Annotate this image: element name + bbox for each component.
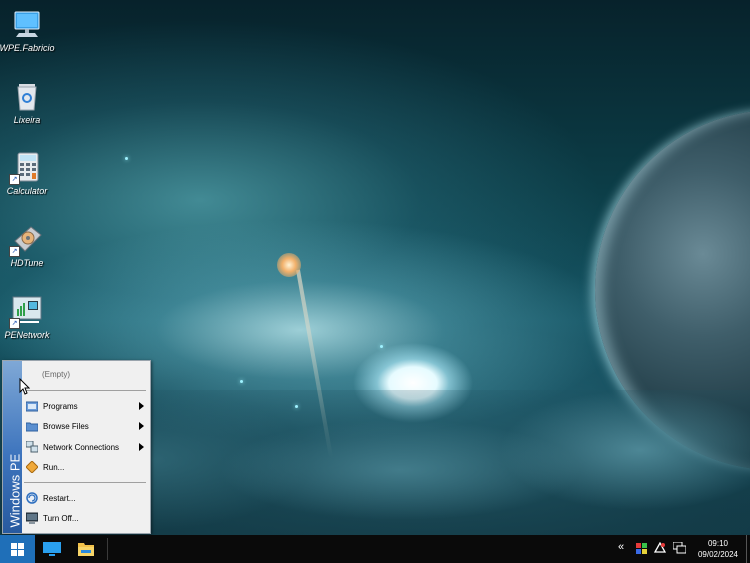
run-icon	[25, 460, 39, 474]
menu-item-programs[interactable]: Programs	[22, 396, 150, 416]
desktop-icon-label: Lixeira	[13, 115, 41, 125]
taskbar: « 09:10 09/02/2024	[0, 535, 750, 563]
menu-item-label: Run...	[43, 462, 65, 472]
menu-item-run[interactable]: Run...	[22, 457, 150, 477]
taskbar-clock[interactable]: 09:10 09/02/2024	[694, 538, 742, 560]
wallpaper-star	[380, 345, 383, 348]
menu-separator	[24, 482, 146, 483]
calculator-icon: ↗	[9, 151, 43, 185]
clock-date: 09/02/2024	[697, 550, 739, 559]
menu-item-network-connections[interactable]: Network Connections	[22, 437, 150, 457]
menu-item-label: Restart...	[43, 493, 76, 503]
windows-logo-icon	[11, 543, 24, 556]
desktop-icon-calculator[interactable]: ↗ Calculator	[0, 151, 62, 196]
menu-item-label: Turn Off...	[43, 513, 79, 523]
wallpaper-star	[125, 157, 128, 160]
menu-item-turn-off[interactable]: Turn Off...	[22, 508, 150, 528]
desktop-icon-lixeira[interactable]: Lixeira	[0, 80, 62, 125]
menu-item-label: Network Connections	[43, 442, 120, 452]
submenu-arrow-icon	[139, 443, 144, 451]
submenu-arrow-icon	[139, 402, 144, 410]
desktop-icon-label: PENetwork	[4, 330, 50, 340]
shutdown-icon	[25, 512, 39, 524]
desktop-icon-label: HDTune	[10, 258, 44, 268]
start-menu-items: (Empty) Programs Browse Files Network Co…	[22, 361, 150, 533]
file-explorer-icon	[78, 543, 94, 556]
taskbar-desktop-button[interactable]	[35, 535, 69, 563]
shortcut-arrow-icon: ↗	[9, 318, 20, 329]
taskbar-divider	[107, 538, 108, 560]
network-connections-icon	[25, 440, 39, 453]
mouse-cursor-icon	[19, 378, 30, 395]
taskbar-file-explorer-button[interactable]	[69, 535, 103, 563]
desktop-icon-label: Calculator	[6, 186, 48, 196]
network-icon: ↗	[9, 295, 43, 329]
menu-item-label: Programs	[43, 401, 78, 411]
desktop-icon-hdtune[interactable]: ↗ HDTune	[0, 223, 62, 268]
recent-empty-item: (Empty)	[42, 369, 70, 379]
start-button[interactable]	[0, 535, 35, 563]
wallpaper-comet	[277, 253, 301, 277]
menu-item-restart[interactable]: Restart...	[22, 488, 150, 508]
clock-time: 09:10	[707, 539, 729, 548]
hard-disk-icon: ↗	[9, 223, 43, 257]
desktop-monitor-icon	[43, 542, 61, 556]
tray-expand-chevron-icon[interactable]: «	[618, 541, 624, 553]
network-tray-icon[interactable]	[673, 542, 686, 554]
desktop-icon-label: WPE.Fabricio	[0, 43, 55, 53]
wallpaper-star	[240, 380, 243, 383]
restart-icon	[26, 492, 38, 504]
shortcut-arrow-icon: ↗	[9, 174, 20, 185]
desktop-icon-wpe-fabricio[interactable]: WPE.Fabricio	[0, 8, 62, 53]
show-desktop-button[interactable]	[746, 535, 747, 563]
menu-item-browse-files[interactable]: Browse Files	[22, 416, 150, 436]
menu-item-label: Browse Files	[43, 421, 89, 431]
security-tray-icon[interactable]	[654, 542, 666, 554]
desktop-icon-penetwork[interactable]: ↗ PENetwork	[0, 295, 62, 340]
color-palette-tray-icon[interactable]	[636, 543, 647, 554]
wallpaper-star	[295, 405, 298, 408]
folder-programs-icon	[25, 400, 39, 412]
menu-separator	[24, 390, 146, 391]
submenu-arrow-icon	[139, 422, 144, 430]
folder-icon	[25, 420, 39, 432]
computer-icon	[11, 8, 43, 40]
shortcut-arrow-icon: ↗	[9, 246, 20, 257]
recycle-bin-icon	[11, 80, 43, 112]
